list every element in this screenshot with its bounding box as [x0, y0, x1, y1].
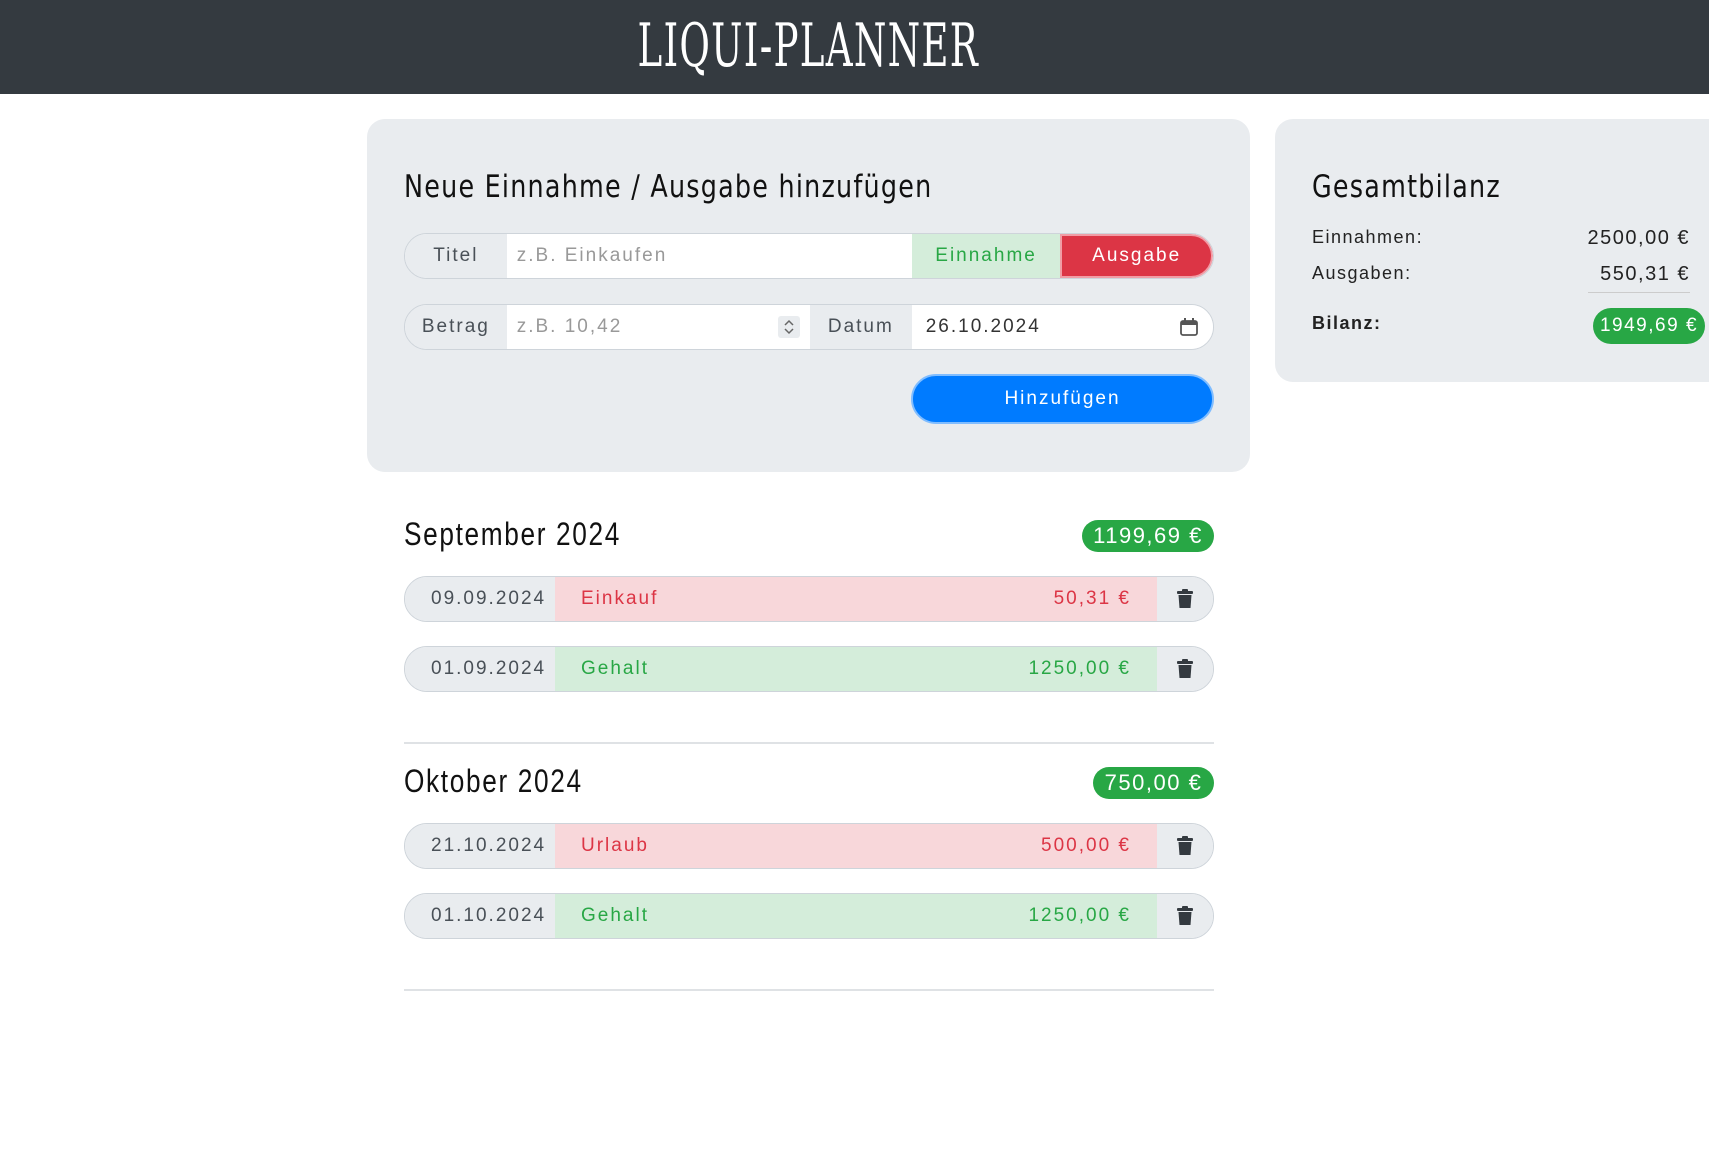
income-label: Einnahmen: [1312, 227, 1424, 247]
delete-entry-button[interactable] [1157, 824, 1213, 868]
summary-heading: Gesamtbilanz [1312, 169, 1501, 205]
trash-icon [1177, 659, 1193, 678]
income-type-button[interactable]: Einnahme [911, 234, 1061, 278]
entry-title: Gehalt [581, 905, 649, 926]
month-divider [404, 989, 1214, 991]
entry-row: 01.10.2024 Gehalt 1250,00 € [404, 893, 1214, 939]
app-title: LIQUI-PLANNER [637, 11, 980, 81]
date-label: Datum [809, 305, 912, 349]
delete-entry-button[interactable] [1157, 647, 1213, 691]
entry-amount: 1250,00 € [1028, 905, 1131, 926]
trash-icon [1177, 589, 1193, 608]
balance-badge: 1949,69 € [1593, 308, 1705, 344]
number-spinner-icon[interactable] [777, 316, 800, 338]
entry-row: 09.09.2024 Einkauf 50,31 € [404, 576, 1214, 622]
entry-row: 01.09.2024 Gehalt 1250,00 € [404, 646, 1214, 692]
amount-label: Betrag [405, 305, 507, 349]
title-label: Titel [405, 234, 507, 278]
balance-label: Bilanz: [1312, 313, 1382, 333]
entry-amount: 1250,00 € [1028, 658, 1131, 679]
entry-row: 21.10.2024 Urlaub 500,00 € [404, 823, 1214, 869]
expense-type-button[interactable]: Ausgabe [1060, 234, 1213, 278]
entry-date: 01.10.2024 [405, 894, 555, 938]
entry-body: Urlaub 500,00 € [555, 824, 1157, 868]
entry-amount: 50,31 € [1053, 588, 1131, 609]
calendar-icon[interactable] [1179, 317, 1199, 343]
title-input[interactable]: z.B. Einkaufen [506, 234, 912, 278]
date-value: 26.10.2024 [925, 316, 1041, 337]
date-input[interactable]: 26.10.2024 [911, 305, 1213, 349]
entry-body: Gehalt 1250,00 € [555, 894, 1157, 938]
delete-entry-button[interactable] [1157, 577, 1213, 621]
month-balance-badge: 750,00 € [1093, 767, 1214, 799]
trash-icon [1177, 836, 1193, 855]
month-balance-badge: 1199,69 € [1082, 520, 1214, 552]
entry-date: 09.09.2024 [405, 577, 555, 621]
entry-body: Einkauf 50,31 € [555, 577, 1157, 621]
entry-amount: 500,00 € [1041, 835, 1131, 856]
income-value: 2500,00 € [1587, 227, 1690, 249]
amount-input[interactable]: z.B. 10,42 [506, 305, 810, 349]
expense-value: 550,31 € [1588, 263, 1690, 293]
expense-label: Ausgaben: [1312, 263, 1412, 283]
trash-icon [1177, 906, 1193, 925]
entry-title: Urlaub [581, 835, 649, 856]
title-input-group: Titel z.B. Einkaufen Einnahme Ausgabe [404, 233, 1214, 279]
month-title: Oktober 2024 [404, 763, 583, 799]
add-entry-button[interactable]: Hinzufügen [911, 374, 1214, 424]
app-header: LIQUI-PLANNER [0, 0, 1709, 94]
balance-summary-card: Gesamtbilanz Einnahmen: 2500,00 € Ausgab… [1275, 119, 1709, 382]
add-entry-card: Neue Einnahme / Ausgabe hinzufügen Titel… [367, 119, 1250, 472]
month-title: September 2024 [404, 516, 621, 552]
entry-date: 21.10.2024 [405, 824, 555, 868]
entry-title: Gehalt [581, 658, 649, 679]
form-heading: Neue Einnahme / Ausgabe hinzufügen [404, 169, 933, 205]
entry-body: Gehalt 1250,00 € [555, 647, 1157, 691]
amount-placeholder: z.B. 10,42 [516, 316, 623, 337]
amount-date-group: Betrag z.B. 10,42 Datum 26.10.2024 [404, 304, 1214, 350]
entry-date: 01.09.2024 [405, 647, 555, 691]
month-divider [404, 742, 1214, 744]
entry-title: Einkauf [581, 588, 659, 609]
delete-entry-button[interactable] [1157, 894, 1213, 938]
